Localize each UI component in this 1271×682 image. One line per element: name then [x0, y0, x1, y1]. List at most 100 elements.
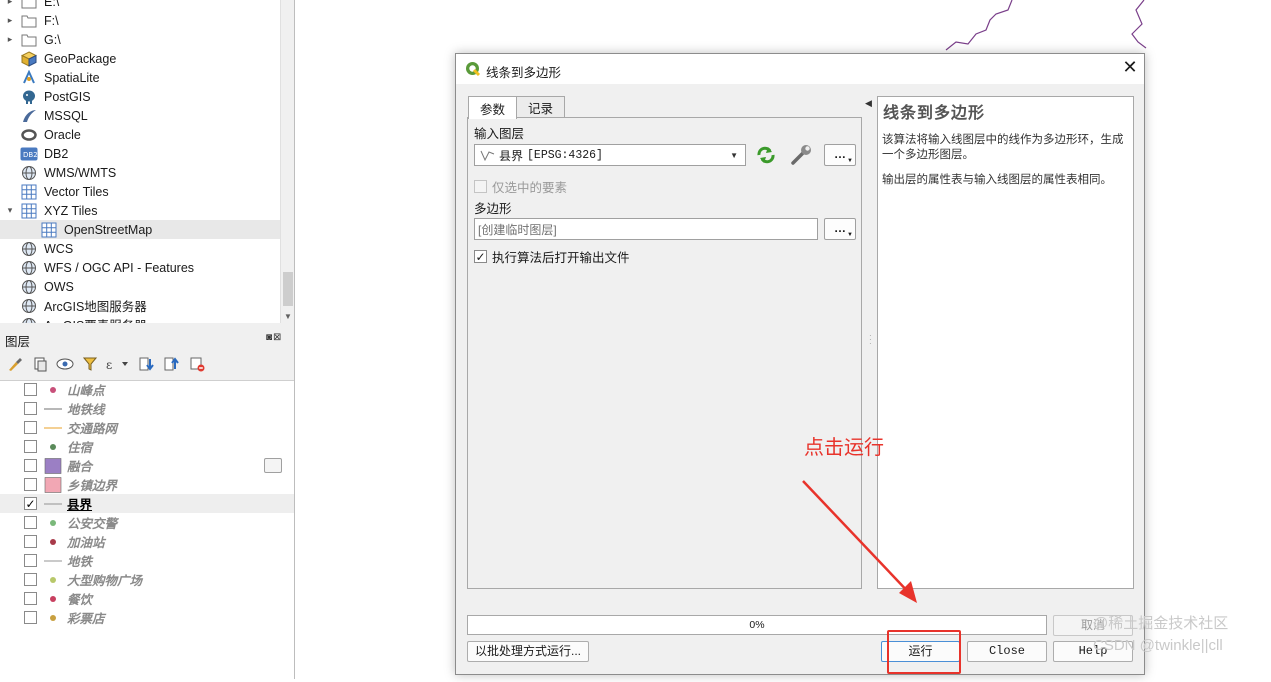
tab-log[interactable]: 记录	[516, 96, 566, 118]
layer-row[interactable]: 地铁	[0, 551, 294, 570]
browser-item[interactable]: Vector Tiles	[0, 182, 280, 201]
expand-all-icon[interactable]	[137, 355, 156, 373]
layer-row[interactable]: 住宿	[0, 437, 294, 456]
scrollbar-thumb[interactable]	[283, 272, 293, 306]
browser-item-label: PostGIS	[44, 89, 91, 104]
progress-text: 0%	[749, 619, 765, 631]
mssql-icon	[20, 108, 38, 124]
remove-layer-icon[interactable]	[187, 355, 206, 373]
browser-item-label: G:\	[44, 32, 61, 47]
tab-parameters[interactable]: 参数	[468, 96, 518, 119]
collapsed-caret-icon[interactable]: ▸	[0, 34, 20, 45]
collapsed-caret-icon[interactable]: ▸	[0, 0, 20, 7]
browser-item[interactable]: WCS	[0, 239, 280, 258]
collapse-all-icon[interactable]	[162, 355, 181, 373]
layer-symbol-dot-icon	[44, 534, 62, 550]
input-layer-options-button[interactable]: … ▼	[824, 144, 856, 166]
browser-item[interactable]: GeoPackage	[0, 49, 280, 68]
ellipsis-label: …	[834, 221, 846, 235]
layer-visibility-checkbox[interactable]	[24, 440, 37, 453]
layer-row[interactable]: 公安交警	[0, 513, 294, 532]
collapsed-caret-icon[interactable]: ▸	[0, 15, 20, 26]
scroll-down-arrow-icon[interactable]: ▼	[281, 312, 294, 321]
layer-list: 山峰点 地铁线 交通路网 住宿融合 乡镇边界 ✓ 县界公安交警 加油站 地铁大型购物广场 餐饮 彩票…	[0, 380, 294, 679]
advanced-settings-wrench-icon[interactable]	[790, 144, 814, 169]
panel-float-close-icon[interactable]: ◙⊠	[266, 332, 282, 343]
layer-row[interactable]: 交通路网	[0, 418, 294, 437]
browser-item[interactable]: ▸ G:\	[0, 30, 280, 49]
iterate-refresh-icon[interactable]	[755, 146, 777, 167]
browser-item-label: E:\	[44, 0, 60, 9]
add-group-icon[interactable]	[30, 355, 49, 373]
browser-item[interactable]: ▸ E:\	[0, 0, 280, 11]
layer-name: 公安交警	[67, 517, 118, 531]
layer-row[interactable]: 融合	[0, 456, 294, 475]
layer-row[interactable]: 乡镇边界	[0, 475, 294, 494]
output-options-button[interactable]: … ▼	[824, 218, 856, 240]
style-paintbrush-icon[interactable]	[5, 355, 24, 373]
input-layer-combo[interactable]: 县界 [EPSG:4326] ▼	[474, 144, 746, 166]
layer-name: 县界	[67, 498, 93, 512]
layer-filter-indicator-icon[interactable]	[264, 458, 282, 473]
layer-visibility-checkbox[interactable]	[24, 573, 37, 586]
layer-visibility-checkbox[interactable]	[24, 516, 37, 529]
layer-symbol-dot-icon	[44, 515, 62, 531]
open-output-after-run-checkbox[interactable]: ✓ 执行算法后打开输出文件	[474, 247, 630, 266]
dialog-titlebar[interactable]: 线条到多边形 ✕	[456, 54, 1144, 84]
run-button-highlight	[887, 630, 961, 674]
splitter-handle[interactable]: · · ·	[869, 332, 872, 348]
close-icon[interactable]: ✕	[1120, 57, 1140, 78]
layer-visibility-checkbox[interactable]	[24, 478, 37, 491]
filter-funnel-icon[interactable]	[80, 355, 99, 373]
layer-row[interactable]: ✓ 县界	[0, 494, 294, 513]
layer-visibility-checkbox[interactable]	[24, 554, 37, 567]
layer-visibility-checkbox[interactable]	[24, 459, 37, 472]
browser-item[interactable]: DB2 DB2	[0, 144, 280, 163]
browser-item[interactable]: SpatiaLite	[0, 68, 280, 87]
geopackage-icon	[20, 50, 38, 67]
layer-name: 大型购物广场	[67, 574, 143, 588]
layer-symbol-line-icon	[44, 553, 62, 569]
layer-row[interactable]: 山峰点	[0, 380, 294, 399]
browser-item-label: F:\	[44, 13, 59, 28]
layer-row[interactable]: 加油站	[0, 532, 294, 551]
layer-name: 融合	[67, 460, 93, 474]
browser-item[interactable]: ArcGIS地图服务器	[0, 296, 280, 315]
close-button[interactable]: Close	[967, 641, 1047, 662]
browser-item[interactable]: OWS	[0, 277, 280, 296]
collapse-help-arrow-icon[interactable]: ◀	[865, 98, 872, 109]
layer-row[interactable]: 彩票店	[0, 608, 294, 627]
browser-item[interactable]: ArcGIS要素服务器	[0, 315, 280, 323]
input-layer-name: 县界	[499, 148, 524, 163]
expression-filter-icon[interactable]: ε	[105, 355, 131, 373]
browser-item[interactable]: WMS/WMTS	[0, 163, 280, 182]
annotation-click-run: 点击运行	[804, 437, 884, 459]
layer-visibility-checkbox[interactable]	[24, 611, 37, 624]
visibility-eye-icon[interactable]	[55, 355, 74, 373]
browser-item[interactable]: Oracle	[0, 125, 280, 144]
layer-visibility-checkbox[interactable]	[24, 383, 37, 396]
layer-visibility-checkbox[interactable]: ✓	[24, 497, 37, 510]
selected-features-only-checkbox[interactable]: 仅选中的要素	[474, 177, 567, 196]
browser-item[interactable]: ▾ XYZ Tiles	[0, 201, 280, 220]
layer-visibility-checkbox[interactable]	[24, 421, 37, 434]
browser-scrollbar[interactable]: ▼	[280, 0, 294, 323]
layer-symbol-fill-icon	[44, 476, 62, 493]
layer-row[interactable]: 大型购物广场	[0, 570, 294, 589]
browser-item[interactable]: PostGIS	[0, 87, 280, 106]
postgis-elephant-icon	[20, 89, 38, 105]
layer-visibility-checkbox[interactable]	[24, 535, 37, 548]
browser-item[interactable]: WFS / OGC API - Features	[0, 258, 280, 277]
layer-row[interactable]: 餐饮	[0, 589, 294, 608]
browser-item[interactable]: MSSQL	[0, 106, 280, 125]
browser-item[interactable]: OpenStreetMap	[0, 220, 280, 239]
expanded-caret-icon[interactable]: ▾	[0, 205, 20, 216]
output-layer-field[interactable]: [创建临时图层]	[474, 218, 818, 240]
layer-row[interactable]: 地铁线	[0, 399, 294, 418]
layer-symbol-dot-icon	[44, 572, 62, 588]
layer-visibility-checkbox[interactable]	[24, 402, 37, 415]
run-as-batch-button[interactable]: 以批处理方式运行...	[467, 641, 589, 662]
browser-item[interactable]: ▸ F:\	[0, 11, 280, 30]
layer-visibility-checkbox[interactable]	[24, 592, 37, 605]
browser-item-label: OWS	[44, 279, 74, 294]
